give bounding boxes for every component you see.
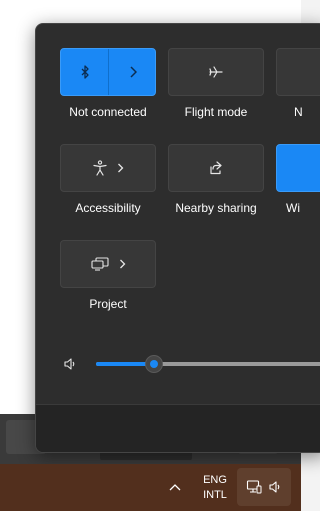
background-bar	[100, 452, 192, 460]
bluetooth-icon	[81, 65, 89, 79]
volume-slider-thumb[interactable]	[145, 355, 163, 373]
share-icon	[210, 161, 222, 175]
partial-tile[interactable]	[276, 48, 320, 96]
tile-label-wifi: Wi	[286, 201, 300, 215]
project-icon	[90, 257, 109, 271]
tile-label-bluetooth: Not connected	[69, 105, 147, 119]
show-hidden-icons-button[interactable]	[166, 478, 184, 496]
accessibility-icon	[92, 160, 107, 176]
network-icon	[246, 480, 262, 494]
volume-slider[interactable]	[96, 362, 320, 366]
bluetooth-expand[interactable]	[109, 49, 157, 95]
speaker-icon[interactable]	[63, 357, 77, 371]
language-indicator[interactable]: ENG INTL	[200, 473, 230, 503]
panel-footer	[36, 404, 320, 452]
quick-settings-panel: Not connected Flight mode N Accessibilit…	[35, 23, 320, 453]
tile-label-accessibility: Accessibility	[75, 201, 141, 215]
chevron-up-icon	[169, 484, 181, 491]
taskbar: ENG INTL	[0, 464, 301, 511]
language-line-2: INTL	[203, 489, 227, 501]
tile-label-partial: N	[294, 105, 303, 119]
nearby-sharing-tile[interactable]	[168, 144, 264, 192]
accessibility-tile[interactable]	[60, 144, 156, 192]
chevron-right-icon	[119, 259, 125, 269]
bluetooth-tile[interactable]	[60, 48, 156, 96]
chevron-right-icon	[130, 66, 137, 78]
flight-mode-tile[interactable]	[168, 48, 264, 96]
volume-row	[36, 348, 320, 378]
chevron-right-icon	[117, 163, 123, 173]
speaker-icon	[269, 481, 280, 493]
quick-settings-tray-button[interactable]	[237, 468, 291, 506]
wifi-tile[interactable]	[276, 144, 320, 192]
bluetooth-toggle[interactable]	[61, 49, 108, 95]
volume-slider-thumb-dot	[150, 360, 158, 368]
language-line-1: ENG	[203, 474, 227, 486]
airplane-icon	[209, 66, 223, 78]
tile-label-nearby-sharing: Nearby sharing	[175, 201, 257, 215]
tile-label-flight-mode: Flight mode	[184, 105, 248, 119]
tile-label-project: Project	[89, 297, 127, 311]
project-tile[interactable]	[60, 240, 156, 288]
